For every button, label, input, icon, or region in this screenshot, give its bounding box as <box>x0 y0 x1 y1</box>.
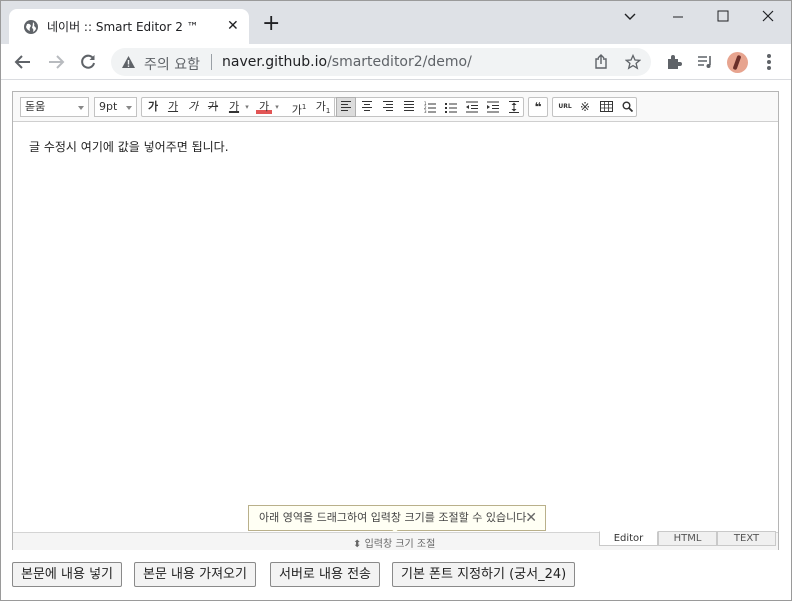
send-to-server-button[interactable]: 서버로 내용 전송 <box>270 562 380 587</box>
maximize-icon[interactable] <box>708 7 738 27</box>
superscript-label: 가 <box>291 103 302 117</box>
bookmark-star-icon[interactable] <box>625 54 641 70</box>
indent-icon <box>487 101 499 113</box>
browser-menu-icon[interactable] <box>765 53 773 71</box>
address-bar[interactable]: 주의 요함 naver.github.io/smarteditor2/demo/ <box>111 48 651 76</box>
table-icon <box>599 101 613 112</box>
bold-button[interactable]: 가 <box>144 98 162 116</box>
resize-label[interactable]: ⬍ 입력창 크기 조절 <box>353 535 435 550</box>
superscript-button[interactable]: 가1 <box>288 98 310 117</box>
outdent-button[interactable] <box>462 98 482 116</box>
url-path: /smarteditor2/demo/ <box>327 54 472 70</box>
background-color-button[interactable]: 가 <box>256 98 272 116</box>
warning-icon[interactable] <box>121 55 136 69</box>
tab-title: 네이버 :: Smart Editor 2 ™ <box>47 20 199 34</box>
minimize-icon[interactable] <box>663 7 693 27</box>
font-family-value: 돋움 <box>25 100 46 113</box>
font-color-dropdown-icon[interactable]: ▾ <box>243 98 251 116</box>
text-format-group: 가 가 가 가 가 ▾ 가 ▾ 가1 가1 <box>141 97 343 117</box>
strikethrough-button[interactable]: 가 <box>204 98 222 116</box>
reload-icon[interactable] <box>79 53 97 71</box>
profile-avatar[interactable] <box>727 52 748 73</box>
quote-button[interactable]: ❝ <box>529 98 547 116</box>
browser-window: 네이버 :: Smart Editor 2 ™ ✕ + 주의 요함 naver.… <box>0 0 792 601</box>
browser-tab[interactable]: 네이버 :: Smart Editor 2 ™ ✕ <box>9 9 249 45</box>
tab-text-mode[interactable]: TEXT <box>717 531 776 546</box>
new-tab-button[interactable]: + <box>262 13 280 35</box>
align-left-button[interactable] <box>336 97 356 117</box>
font-size-value: 9pt <box>99 100 118 113</box>
magnifier-icon <box>622 101 633 113</box>
globe-icon <box>24 20 38 34</box>
background-color-dropdown-icon[interactable]: ▾ <box>273 98 281 116</box>
quote-group: ❝ <box>528 97 548 117</box>
forward-arrow-icon[interactable] <box>47 53 65 71</box>
tab-editor-mode[interactable]: Editor <box>599 531 658 546</box>
resize-label-text: 입력창 크기 조절 <box>364 539 436 550</box>
window-close-icon[interactable] <box>753 7 783 27</box>
underline-button[interactable]: 가 <box>164 98 182 116</box>
editor-content-area[interactable]: 글 수정시 여기에 값을 넣어주면 됩니다. <box>29 138 229 155</box>
outdent-icon <box>466 101 478 113</box>
resize-tooltip-text: 아래 영역을 드래그하여 입력창 크기를 조절할 수 있습니다. <box>259 511 530 524</box>
insert-group: URL ※ <box>552 97 637 117</box>
align-right-icon <box>383 101 393 113</box>
align-center-icon <box>362 101 372 113</box>
align-center-button[interactable] <box>357 98 377 116</box>
smart-editor: 돋움 9pt 가 가 가 가 가 ▾ 가 ▾ 가1 가1 1 2 3 ❝ URL… <box>12 91 779 550</box>
browser-toolbar: 주의 요함 naver.github.io/smarteditor2/demo/ <box>1 44 791 80</box>
media-queue-icon[interactable] <box>696 53 714 71</box>
ordered-list-icon: 123 <box>424 101 436 114</box>
align-justify-icon <box>404 101 414 113</box>
back-arrow-icon[interactable] <box>14 53 32 71</box>
line-height-button[interactable] <box>504 98 524 116</box>
set-default-font-button[interactable]: 기본 폰트 지정하기 (궁서_24) <box>392 562 576 587</box>
subscript-mark: 1 <box>325 107 331 116</box>
url-text[interactable]: naver.github.io/smarteditor2/demo/ <box>222 54 472 70</box>
find-replace-button[interactable] <box>617 98 637 116</box>
font-size-select[interactable]: 9pt <box>94 97 137 117</box>
share-icon[interactable] <box>593 54 609 70</box>
omnibox-separator <box>211 54 212 70</box>
align-justify-button[interactable] <box>399 98 419 116</box>
special-character-icon[interactable]: ※ <box>575 98 595 116</box>
paragraph-group: 123 <box>334 97 524 117</box>
resize-tooltip: 아래 영역을 드래그하여 입력창 크기를 조절할 수 있습니다. ✕ <box>248 505 546 540</box>
resize-handle-bar[interactable]: ⬍ 입력창 크기 조절 Editor HTML TEXT <box>13 531 778 550</box>
insert-content-button[interactable]: 본문에 내용 넣기 <box>12 562 122 587</box>
align-right-button[interactable] <box>378 98 398 116</box>
resize-arrows-icon: ⬍ <box>353 539 365 550</box>
table-button[interactable] <box>596 98 616 116</box>
tab-search-chevron-icon[interactable] <box>615 7 645 27</box>
tooltip-close-icon[interactable]: ✕ <box>525 506 537 530</box>
get-content-button[interactable]: 본문 내용 가져오기 <box>134 562 256 587</box>
font-color-button[interactable]: 가 <box>226 98 242 116</box>
superscript-mark: 1 <box>301 103 307 111</box>
extensions-puzzle-icon[interactable] <box>665 53 683 71</box>
hyperlink-button[interactable]: URL <box>555 98 575 116</box>
indent-button[interactable] <box>483 98 503 116</box>
url-host: naver.github.io <box>222 54 328 70</box>
unordered-list-icon <box>445 103 457 113</box>
italic-button[interactable]: 가 <box>184 98 202 116</box>
editor-toolbar: 돋움 9pt 가 가 가 가 가 ▾ 가 ▾ 가1 가1 1 2 3 ❝ URL… <box>13 92 778 122</box>
align-left-icon <box>341 101 351 113</box>
tab-html-mode[interactable]: HTML <box>658 531 717 546</box>
tab-close-icon[interactable]: ✕ <box>227 18 239 34</box>
ordered-list-button[interactable]: 123 <box>420 98 440 116</box>
security-warning-text[interactable]: 주의 요함 <box>144 54 200 74</box>
unordered-list-button[interactable] <box>441 98 461 116</box>
font-family-select[interactable]: 돋움 <box>20 97 89 117</box>
title-bar: 네이버 :: Smart Editor 2 ™ ✕ + <box>1 1 791 45</box>
subscript-label: 가 <box>315 100 326 113</box>
svg-text:3: 3 <box>424 109 427 113</box>
subscript-button[interactable]: 가1 <box>312 98 334 116</box>
line-height-icon <box>509 101 519 113</box>
